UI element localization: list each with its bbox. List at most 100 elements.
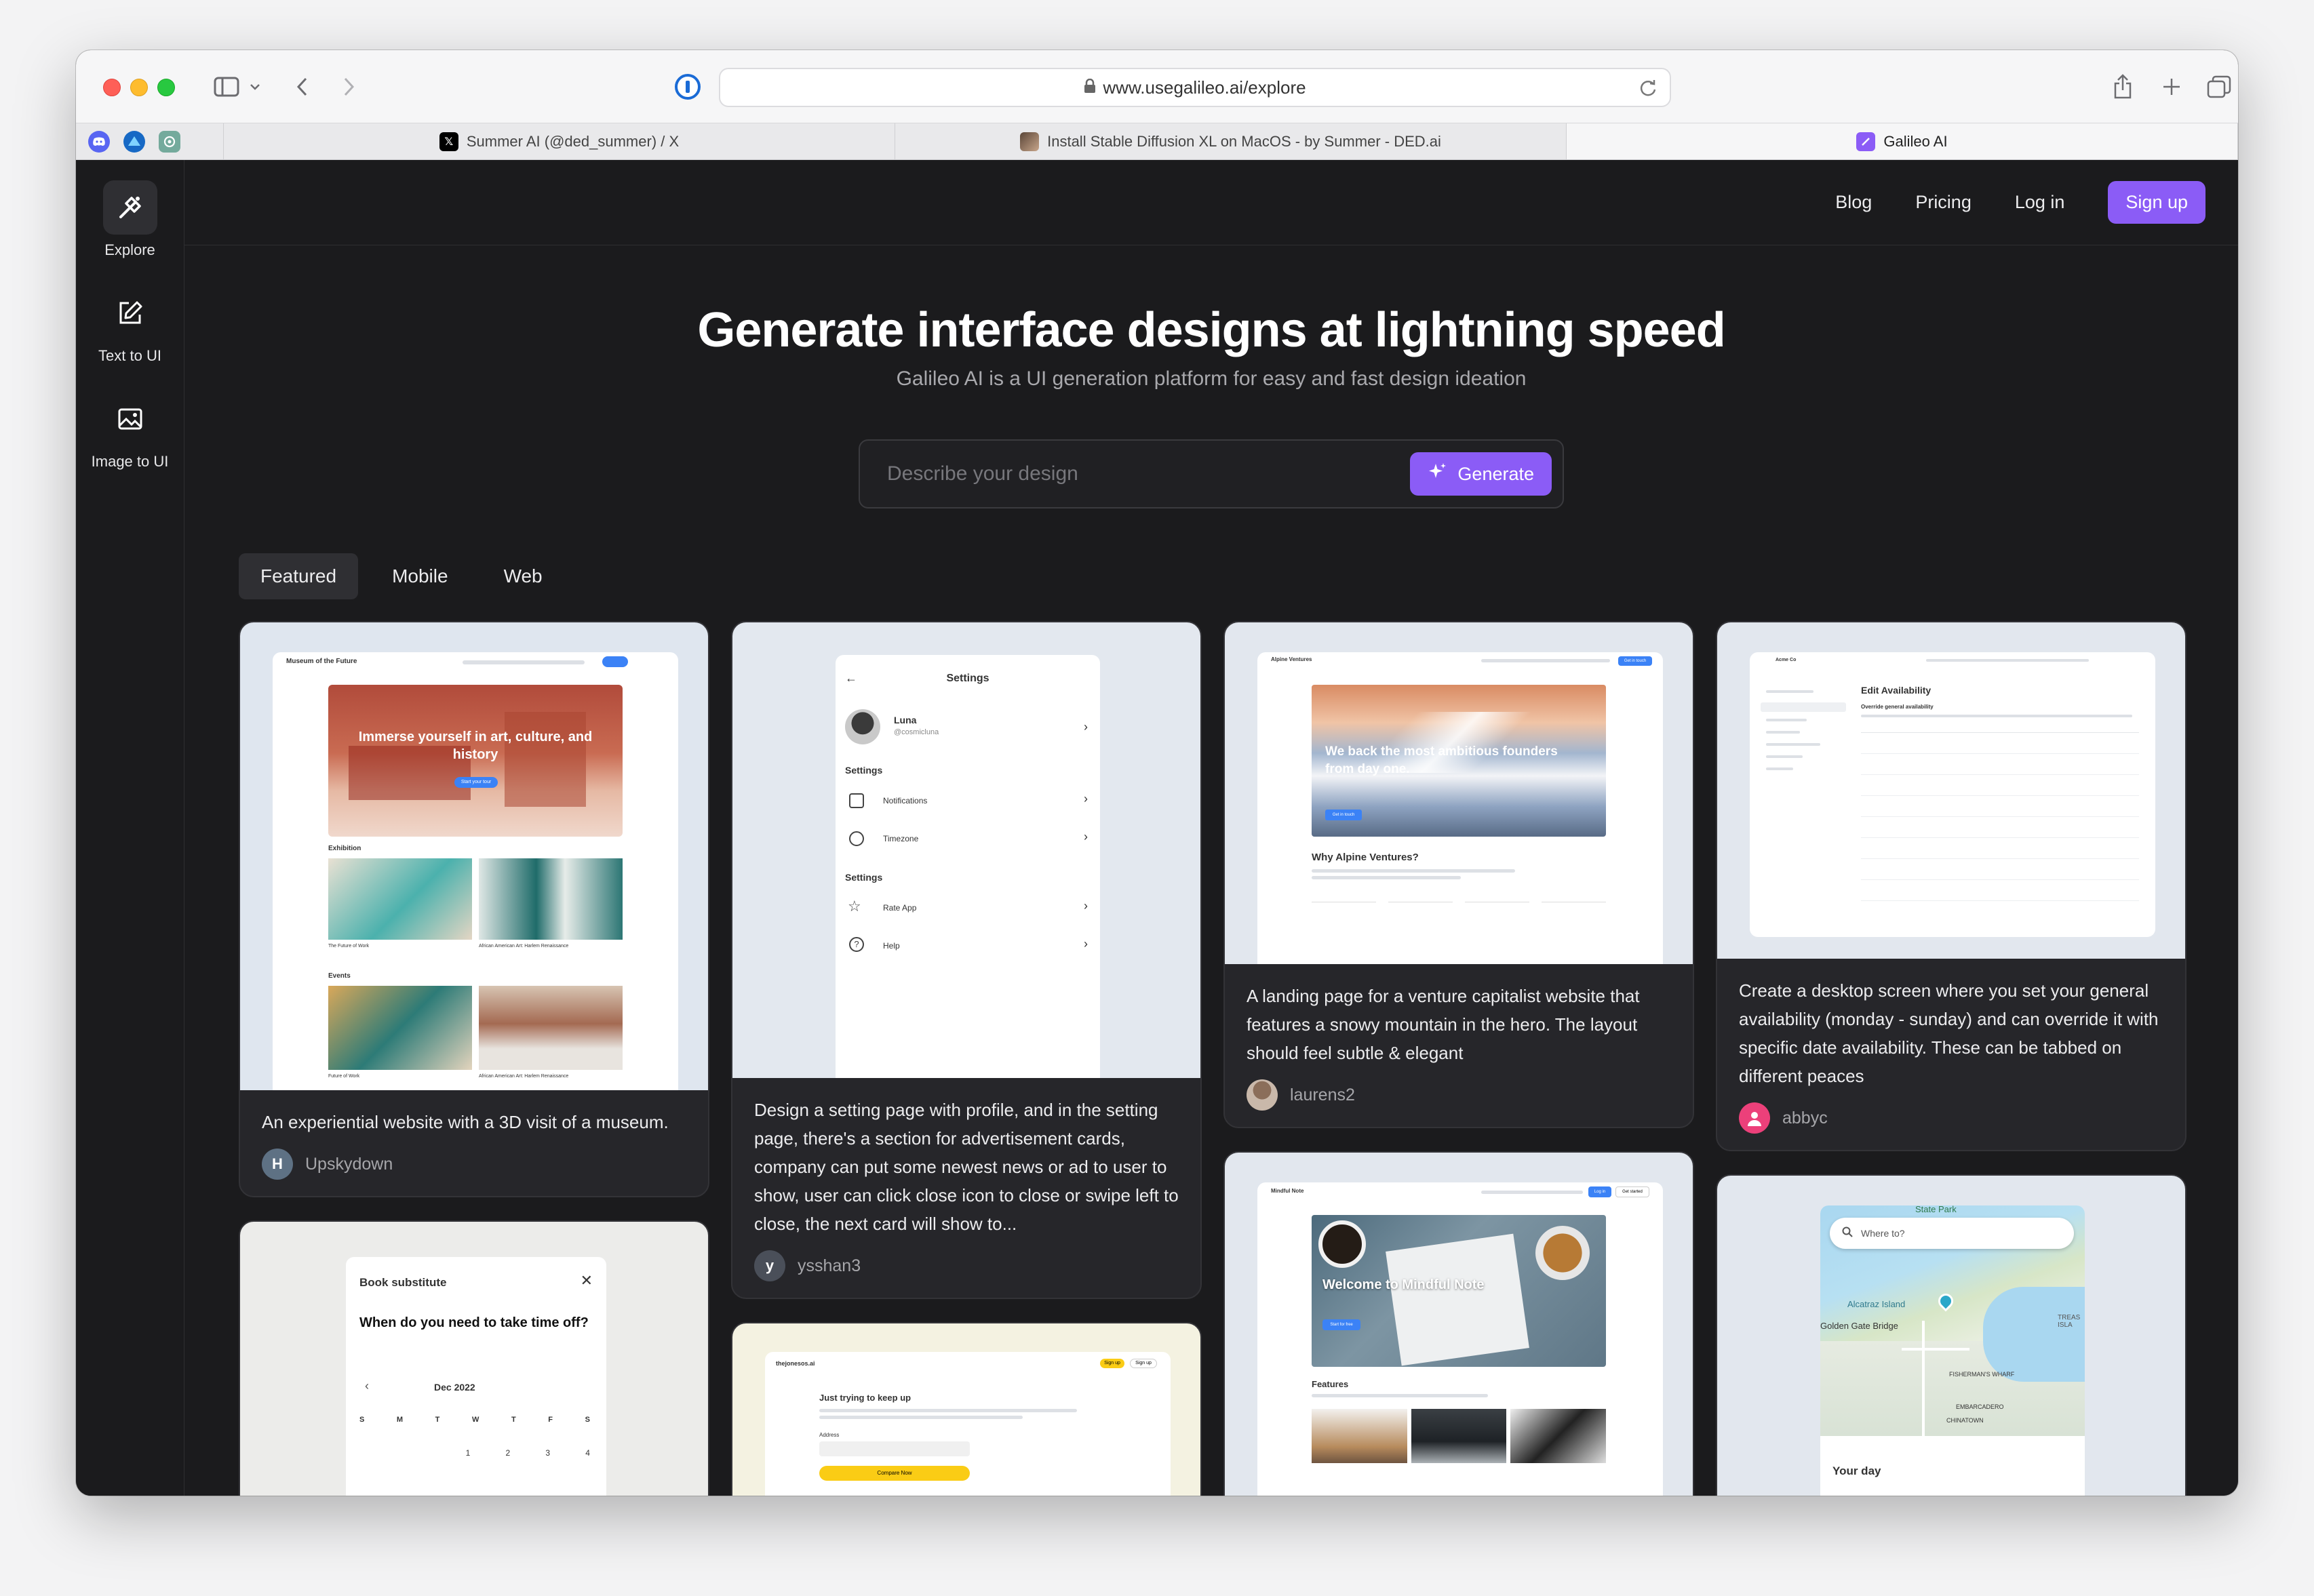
card-description: A landing page for a venture capitalist … (1247, 986, 1640, 1063)
tab-web[interactable]: Web (482, 553, 564, 599)
galileo-app: Explore Text to UI Image to UI Blog Pric… (76, 160, 2238, 1496)
discord-icon[interactable] (88, 130, 110, 153)
reload-icon[interactable] (1639, 79, 1658, 102)
article-favicon-icon (1020, 132, 1040, 151)
url-text: www.usegalileo.ai/explore (1103, 77, 1306, 98)
preview-section: Features (1312, 1379, 1349, 1389)
chevron-right-icon: › (1084, 899, 1088, 913)
notifications-icon (849, 793, 864, 808)
nav-blog-link[interactable]: Blog (1835, 192, 1872, 213)
zoom-window-button[interactable] (157, 79, 175, 96)
nav-login-link[interactable]: Log in (2015, 192, 2065, 213)
map-label: TREAS ISLA (2058, 1314, 2081, 1329)
signup-button[interactable]: Sign up (2108, 181, 2205, 224)
card-preview: Acme Co Edit Availability Override gener… (1717, 622, 2185, 959)
map-search-placeholder: Where to? (1861, 1228, 1905, 1239)
map-label: State Park (1915, 1205, 1957, 1214)
hero-subtitle: Galileo AI is a UI generation platform f… (896, 367, 1527, 390)
design-card[interactable]: thejonesos.ai Sign up Sign up Just tryin… (731, 1322, 1202, 1496)
hero-title: Generate interface designs at lightning … (697, 303, 1725, 357)
timezone-icon (849, 831, 864, 846)
preview-heading: Your day (1832, 1464, 1881, 1477)
star-icon: ☆ (848, 898, 861, 915)
mountain-hero-image: We back the most ambitious founders from… (1312, 685, 1606, 837)
availability-table (1861, 732, 2139, 909)
chevron-right-icon: › (1084, 830, 1088, 843)
preview-title: Book substitute (359, 1276, 447, 1289)
design-card[interactable]: Book substitute ✕ When do you need to ta… (239, 1220, 709, 1496)
card-body: Create a desktop screen where you set yo… (1717, 959, 2185, 1150)
tab-galileo[interactable]: Galileo AI (1567, 123, 2238, 159)
booking-preview: Book substitute ✕ When do you need to ta… (346, 1257, 606, 1496)
card-preview: Mindful Note Log in Get started Welcome … (1225, 1153, 1693, 1496)
sidebar-item-explore[interactable]: Explore (76, 180, 184, 286)
museum-hero-image: Immerse yourself in art, culture, and hi… (328, 685, 623, 837)
chevron-right-icon: › (1084, 792, 1088, 805)
design-card[interactable]: ← Settings Luna @cosmicluna › Settings N… (731, 621, 1202, 1299)
x-logo-icon: 𝕏 (439, 132, 458, 151)
help-icon: ? (849, 937, 864, 952)
card-author[interactable]: abbyc (1739, 1102, 2163, 1134)
card-author[interactable]: H Upskydown (262, 1149, 686, 1180)
date-row: 1234 (465, 1448, 590, 1458)
design-card[interactable]: Acme Co Edit Availability Override gener… (1716, 621, 2186, 1151)
design-card[interactable]: Alpine Ventures Get in touch We back the… (1223, 621, 1694, 1128)
tab-featured[interactable]: Featured (239, 553, 359, 599)
card-author[interactable]: laurens2 (1247, 1079, 1671, 1111)
preview-caption: African American Art: Harlem Renaissance (479, 944, 569, 949)
tab-article[interactable]: Install Stable Diffusion XL on MacOS - b… (895, 123, 1567, 159)
top-navigation: Blog Pricing Log in Sign up (184, 160, 2238, 245)
preview-sidebar (1757, 690, 1849, 812)
sidebar-toggle-icon[interactable] (212, 71, 241, 103)
address-bar[interactable]: www.usegalileo.ai/explore (719, 68, 1671, 107)
availability-preview: Acme Co Edit Availability Override gener… (1750, 652, 2155, 937)
back-icon[interactable] (292, 71, 312, 103)
design-card[interactable]: Museum of the Future Immerse yourself in… (239, 621, 709, 1197)
card-body: An experiential website with a 3D visit … (240, 1090, 708, 1196)
author-name: Upskydown (305, 1155, 393, 1174)
design-card[interactable]: State Park Where to? Alcatraz Island Gol… (1716, 1174, 2186, 1496)
preview-section: Events (328, 972, 351, 980)
minimize-window-button[interactable] (130, 79, 148, 96)
chevron-down-icon[interactable] (247, 71, 263, 103)
card-body: A landing page for a venture capitalist … (1225, 964, 1693, 1127)
sidebar-item-text-to-ui[interactable]: Text to UI (76, 286, 184, 392)
design-card[interactable]: Mindful Note Log in Get started Welcome … (1223, 1151, 1694, 1496)
tab-mobile[interactable]: Mobile (370, 553, 469, 599)
tab-x[interactable]: 𝕏 Summer AI (@ded_summer) / X (224, 123, 895, 159)
mindful-cta: Start for free (1322, 1319, 1360, 1330)
settings-item-label: Rate App (883, 903, 917, 913)
tab-bar: 𝕏 Summer AI (@ded_summer) / X Install St… (76, 123, 2238, 160)
share-icon[interactable] (2111, 71, 2135, 103)
preview-title: Settings (946, 673, 989, 684)
chevron-right-icon: › (1084, 937, 1088, 951)
preview-caption: Future of Work (328, 1074, 360, 1079)
artwork-image (328, 986, 472, 1070)
close-window-button[interactable] (103, 79, 121, 96)
card-author[interactable]: y ysshan3 (754, 1250, 1179, 1281)
map-label: EMBARCADERO (1956, 1403, 2004, 1410)
password-manager-icon[interactable] (673, 71, 703, 103)
pinned-app-icon[interactable] (123, 130, 145, 153)
card-description: An experiential website with a 3D visit … (262, 1112, 669, 1132)
card-preview: Museum of the Future Immerse yourself in… (240, 622, 708, 1090)
card-description: Design a setting page with profile, and … (754, 1100, 1179, 1234)
card-preview: Alpine Ventures Get in touch We back the… (1225, 622, 1693, 964)
preview-section: Exhibition (328, 845, 361, 852)
preview-field-label: Address (819, 1432, 840, 1438)
map-label: CHINATOWN (1946, 1417, 1984, 1424)
sidebar-item-label: Explore (104, 241, 155, 258)
generate-button[interactable]: Generate (1410, 452, 1552, 496)
tab-overview-icon[interactable] (2205, 71, 2233, 103)
design-prompt-input[interactable] (887, 462, 1411, 485)
alpine-hero-text: We back the most ambitious founders from… (1325, 744, 1558, 776)
sidebar-item-image-to-ui[interactable]: Image to UI (76, 392, 184, 498)
map-search-box[interactable]: Where to? (1830, 1218, 2074, 1249)
new-tab-icon[interactable] (2159, 71, 2184, 103)
chatgpt-icon[interactable] (159, 130, 180, 153)
artwork-image (328, 858, 472, 940)
browser-toolbar: www.usegalileo.ai/explore (76, 50, 2238, 123)
nav-pricing-link[interactable]: Pricing (1915, 192, 1972, 213)
tab-label: Install Stable Diffusion XL on MacOS - b… (1047, 132, 1441, 150)
forward-icon[interactable] (339, 71, 359, 103)
